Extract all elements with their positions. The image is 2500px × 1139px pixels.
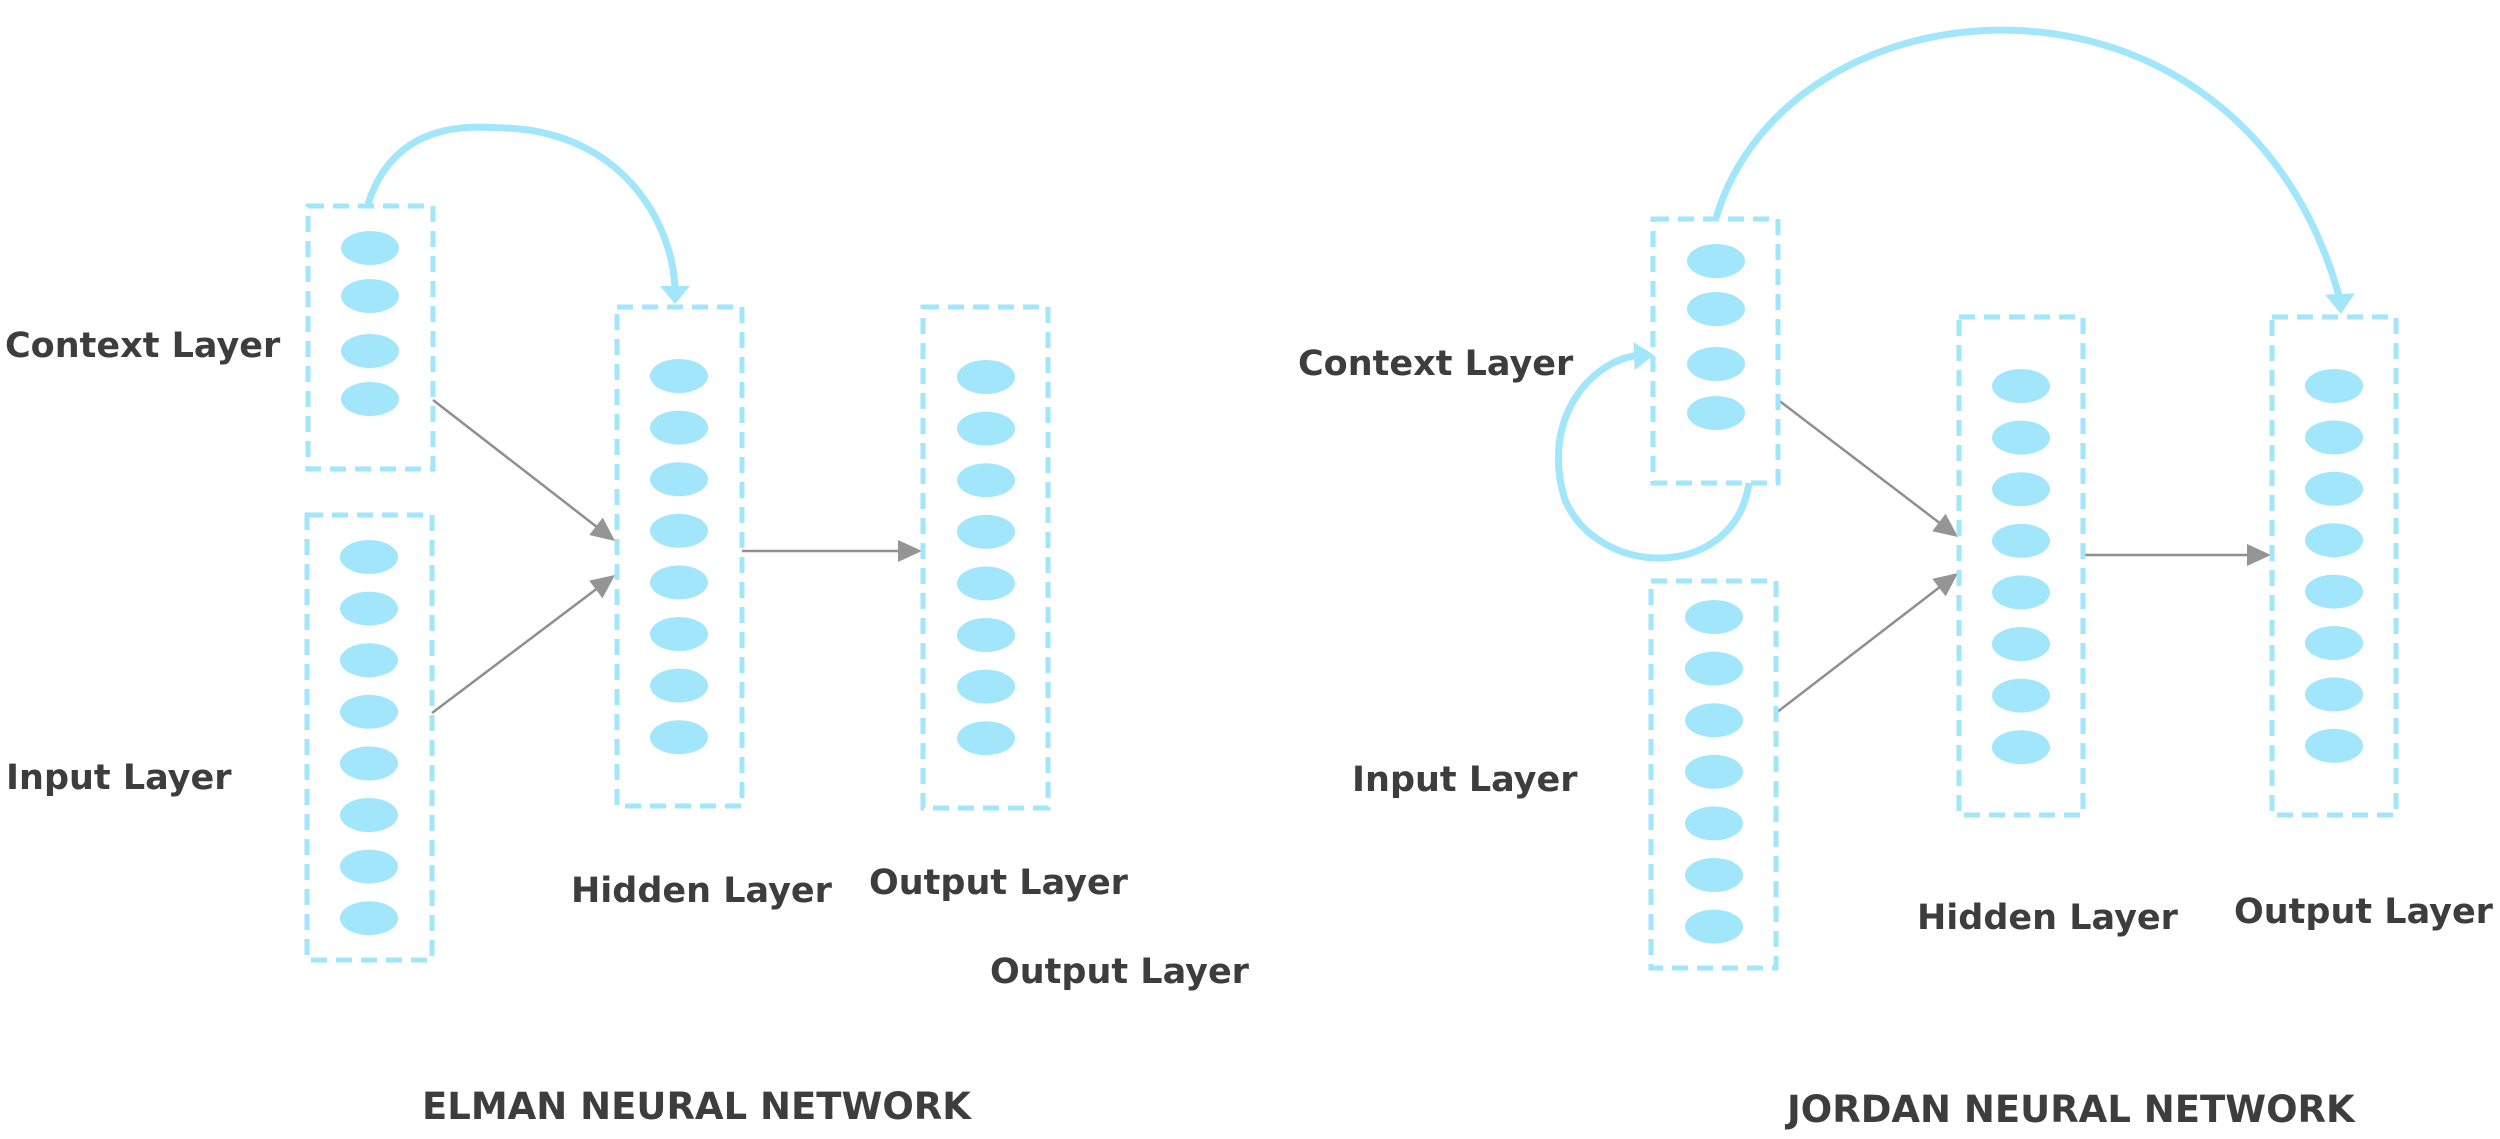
elman-output-node [957, 514, 1015, 549]
elman-input-node [340, 849, 398, 884]
elman-output-node [957, 721, 1015, 756]
jordan-input-layer [1648, 578, 1779, 971]
jordan-output-node [2305, 369, 2363, 403]
jordan-output-recurrent-arc [1712, 26, 2343, 297]
jordan-network-diagram: Context Layer Input Layer Hidden Layer O… [1298, 26, 2494, 1131]
jordan-output-node [2305, 626, 2363, 660]
jordan-hidden-layer-label: Hidden Layer [1917, 898, 2179, 938]
elman-input-to-hidden-arrow-line [431, 584, 603, 714]
jordan-context-layer-label: Context Layer [1298, 344, 1574, 384]
neural-network-diagrams: Context Layer Input Layer Hidden Layer O… [5, 26, 2494, 1131]
jordan-output-layer-label: Output Layer [2234, 892, 2494, 932]
elman-input-node [340, 746, 398, 781]
elman-output-node [957, 618, 1015, 652]
jordan-context-layer [1650, 216, 1781, 486]
elman-hidden-layer [614, 304, 745, 809]
jordan-input-to-hidden-arrow-arrowhead-icon [1932, 573, 1958, 597]
jordan-output-node [2305, 574, 2363, 609]
elman-hidden-node [650, 617, 708, 651]
elman-hidden-layer-label: Hidden Layer [571, 871, 833, 911]
elman-context-layer [305, 203, 436, 472]
elman-extra-output-layer-label: Output Layer [990, 952, 1250, 992]
elman-hidden-node [650, 359, 708, 393]
jordan-hidden-node [1992, 472, 2050, 507]
jordan-hidden-node [1992, 678, 2050, 713]
jordan-input-node [1685, 806, 1743, 841]
elman-input-node [340, 591, 398, 626]
jordan-recurrent-arrowhead-icon [2325, 293, 2355, 314]
elman-output-node [957, 360, 1015, 394]
jordan-input-node [1685, 754, 1743, 789]
elman-context-to-hidden-arrow-line [432, 399, 603, 532]
elman-context-to-hidden-arrow-arrowhead-icon [589, 517, 615, 541]
jordan-context-node [1687, 292, 1745, 326]
jordan-hidden-node [1992, 523, 2050, 558]
jordan-input-node [1685, 858, 1743, 892]
jordan-input-layer-label: Input Layer [1352, 760, 1578, 800]
jordan-hidden-node [1992, 627, 2050, 661]
elman-input-node [340, 540, 398, 574]
elman-hidden-node [650, 565, 708, 600]
elman-output-layer [920, 304, 1051, 811]
elman-context-node [341, 382, 399, 416]
elman-hidden-node [650, 462, 708, 497]
jordan-output-node [2305, 523, 2363, 558]
jordan-hidden-to-output-arrow-arrowhead-icon [2247, 544, 2271, 566]
elman-output-node [957, 411, 1015, 446]
jordan-hidden-node [1992, 730, 2050, 765]
jordan-hidden-node [1992, 369, 2050, 403]
elman-context-node [341, 334, 399, 368]
jordan-output-node [2305, 728, 2363, 763]
jordan-input-node [1685, 600, 1743, 634]
jordan-title: JORDAN NEURAL NETWORK [1784, 1088, 2356, 1131]
elman-input-node [340, 798, 398, 832]
jordan-output-node [2305, 420, 2363, 455]
elman-network-diagram: Context Layer Input Layer Hidden Layer O… [5, 123, 1250, 1128]
elman-input-layer-label: Input Layer [6, 758, 232, 798]
jordan-input-to-hidden-arrow-line [1775, 582, 1946, 714]
elman-layers [304, 203, 1051, 963]
jordan-output-layer [2269, 314, 2399, 818]
elman-input-to-hidden-arrow-arrowhead-icon [589, 575, 615, 599]
elman-output-layer-label: Output Layer [869, 863, 1129, 903]
elman-output-node [957, 566, 1015, 601]
jordan-hidden-layer [1956, 314, 2086, 818]
jordan-input-node [1685, 651, 1743, 686]
elman-input-node [340, 694, 398, 729]
elman-recurrent-arrowhead-icon [660, 286, 690, 304]
elman-input-node [340, 643, 398, 678]
elman-hidden-to-output-arrow-arrowhead-icon [898, 540, 922, 562]
jordan-input-node [1685, 703, 1743, 738]
jordan-hidden-node [1992, 420, 2050, 455]
jordan-input-node [1685, 909, 1743, 944]
jordan-context-to-hidden-arrow-arrowhead-icon [1932, 513, 1958, 537]
elman-connections [364, 123, 922, 714]
jordan-output-node [2305, 471, 2363, 506]
elman-input-node [340, 901, 398, 936]
elman-input-layer-box [304, 512, 435, 963]
elman-context-layer-label: Context Layer [5, 326, 281, 366]
elman-context-node [341, 279, 399, 313]
elman-output-node [957, 669, 1015, 704]
jordan-context-to-hidden-arrow-line [1776, 398, 1946, 528]
elman-hidden-node [650, 513, 708, 548]
elman-input-layer [304, 512, 435, 963]
jordan-context-node [1687, 396, 1745, 430]
jordan-context-node [1687, 244, 1745, 278]
jordan-context-node [1687, 347, 1745, 381]
jordan-layers [1648, 216, 2399, 971]
elman-output-node [957, 463, 1015, 498]
elman-context-node [341, 231, 399, 265]
elman-hidden-node [650, 720, 708, 755]
jordan-output-node [2305, 677, 2363, 712]
jordan-hidden-node [1992, 575, 2050, 610]
elman-title: ELMAN NEURAL NETWORK [422, 1085, 972, 1128]
elman-hidden-node [650, 410, 708, 445]
elman-hidden-node [650, 668, 708, 703]
